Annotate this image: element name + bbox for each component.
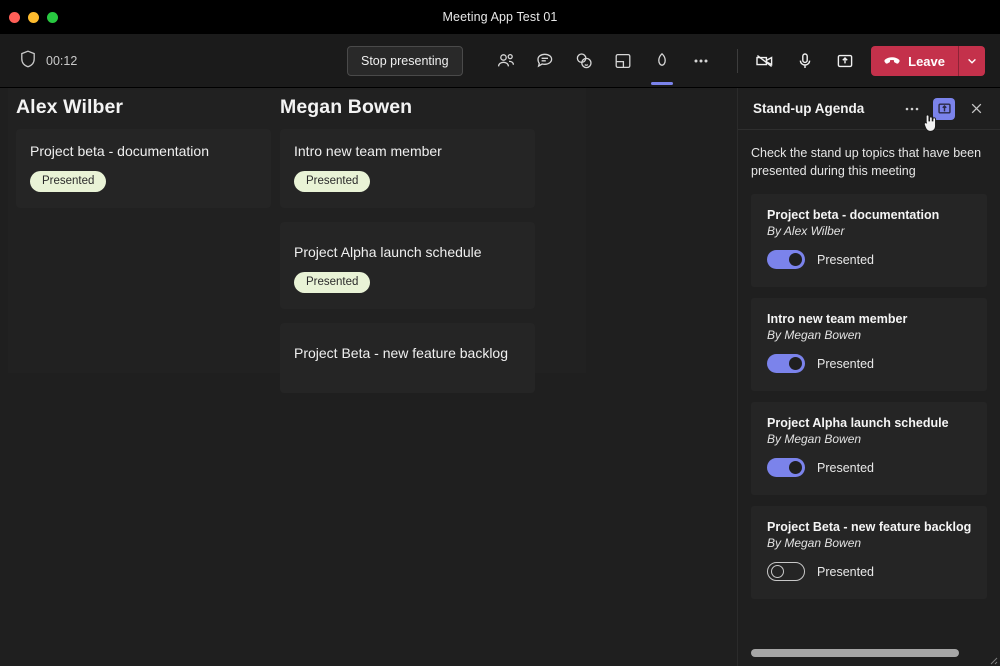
microphone-icon[interactable] bbox=[791, 46, 819, 76]
people-icon[interactable] bbox=[492, 46, 520, 76]
agenda-item[interactable]: Project beta - documentation By Alex Wil… bbox=[751, 194, 987, 287]
toolbar-icon-group bbox=[492, 34, 715, 88]
more-options-icon[interactable] bbox=[687, 46, 715, 76]
toggle-knob bbox=[789, 461, 802, 474]
toggle-knob bbox=[789, 357, 802, 370]
leave-button-label: Leave bbox=[908, 54, 945, 69]
traffic-lights bbox=[9, 0, 58, 34]
agenda-item-title: Project Beta - new feature backlog bbox=[767, 520, 971, 534]
agenda-item-toggle-row: Presented bbox=[767, 458, 971, 477]
topic-card[interactable]: Project beta - documentation Presented bbox=[16, 129, 271, 208]
agenda-item[interactable]: Project Alpha launch schedule By Megan B… bbox=[751, 402, 987, 495]
topic-card[interactable]: Project Beta - new feature backlog bbox=[280, 323, 535, 393]
toggle-knob bbox=[789, 253, 802, 266]
status-badge: Presented bbox=[30, 171, 106, 192]
presented-toggle[interactable] bbox=[767, 250, 805, 269]
presented-toggle-label: Presented bbox=[817, 357, 874, 371]
topic-title: Project Alpha launch schedule bbox=[294, 244, 521, 262]
meeting-app-window: Meeting App Test 01 00:12 Stop presentin… bbox=[0, 0, 1000, 666]
close-icon[interactable] bbox=[965, 98, 987, 120]
agenda-item[interactable]: Intro new team member By Megan Bowen Pre… bbox=[751, 298, 987, 391]
topic-card[interactable]: Project Alpha launch schedule Presented bbox=[280, 222, 535, 309]
horizontal-scrollbar[interactable] bbox=[751, 649, 959, 657]
agenda-item-author: By Megan Bowen bbox=[767, 328, 971, 342]
agenda-item-title: Project Alpha launch schedule bbox=[767, 416, 971, 430]
toolbar-divider bbox=[737, 49, 738, 73]
agenda-item-author: By Alex Wilber bbox=[767, 224, 971, 238]
panel-actions bbox=[901, 98, 987, 120]
hangup-icon bbox=[883, 54, 901, 68]
agenda-item[interactable]: Project Beta - new feature backlog By Me… bbox=[751, 506, 987, 599]
camera-off-icon[interactable] bbox=[751, 46, 779, 76]
panel-header: Stand-up Agenda bbox=[738, 88, 1000, 130]
meeting-body: Alex Wilber Project beta - documentation… bbox=[0, 88, 1000, 666]
leave-options-chevron-down-icon[interactable] bbox=[959, 46, 985, 76]
agenda-column-megan-bowen: Megan Bowen Intro new team member Presen… bbox=[280, 96, 535, 407]
chat-icon[interactable] bbox=[531, 46, 559, 76]
leave-button[interactable]: Leave bbox=[871, 46, 985, 76]
toolbar-right-group: Leave bbox=[751, 34, 985, 88]
panel-body: Check the stand up topics that have been… bbox=[738, 130, 1000, 666]
agenda-item-title: Project beta - documentation bbox=[767, 208, 971, 222]
stop-presenting-button[interactable]: Stop presenting bbox=[347, 46, 463, 76]
toolbar-left-group: 00:12 bbox=[20, 34, 77, 88]
agenda-item-author: By Megan Bowen bbox=[767, 432, 971, 446]
reactions-icon[interactable] bbox=[570, 46, 598, 76]
agenda-item-author: By Megan Bowen bbox=[767, 536, 971, 550]
topic-card[interactable]: Intro new team member Presented bbox=[280, 129, 535, 208]
shield-icon bbox=[20, 50, 36, 73]
presented-toggle-label: Presented bbox=[817, 565, 874, 579]
column-owner-name: Alex Wilber bbox=[16, 96, 271, 119]
presented-toggle[interactable] bbox=[767, 458, 805, 477]
window-title-bar: Meeting App Test 01 bbox=[0, 0, 1000, 34]
topic-title: Intro new team member bbox=[294, 143, 521, 161]
meeting-toolbar: 00:12 Stop presenting bbox=[0, 34, 1000, 88]
maximize-window-button[interactable] bbox=[47, 12, 58, 23]
agenda-column-alex-wilber: Alex Wilber Project beta - documentation… bbox=[16, 96, 271, 222]
close-window-button[interactable] bbox=[9, 12, 20, 23]
window-resize-grip[interactable] bbox=[986, 652, 998, 664]
window-title: Meeting App Test 01 bbox=[0, 10, 1000, 24]
agenda-item-toggle-row: Presented bbox=[767, 562, 971, 581]
share-screen-icon[interactable] bbox=[831, 46, 859, 76]
breakout-rooms-icon[interactable] bbox=[609, 46, 637, 76]
presented-toggle[interactable] bbox=[767, 354, 805, 373]
agenda-item-toggle-row: Presented bbox=[767, 250, 971, 269]
presented-toggle-label: Presented bbox=[817, 461, 874, 475]
leave-button-main[interactable]: Leave bbox=[871, 46, 958, 76]
status-badge: Presented bbox=[294, 272, 370, 293]
topic-title: Project Beta - new feature backlog bbox=[294, 345, 521, 363]
toggle-knob bbox=[771, 565, 784, 578]
status-badge: Presented bbox=[294, 171, 370, 192]
more-options-icon[interactable] bbox=[901, 98, 923, 120]
meeting-timer: 00:12 bbox=[46, 54, 77, 68]
side-panel-stand-up-agenda: Stand-up Agenda bbox=[737, 88, 1000, 666]
pop-out-icon[interactable] bbox=[933, 98, 955, 120]
apps-icon[interactable] bbox=[648, 46, 676, 76]
panel-description: Check the stand up topics that have been… bbox=[751, 144, 987, 180]
panel-title: Stand-up Agenda bbox=[753, 101, 901, 116]
topic-title: Project beta - documentation bbox=[30, 143, 257, 161]
agenda-item-toggle-row: Presented bbox=[767, 354, 971, 373]
agenda-item-title: Intro new team member bbox=[767, 312, 971, 326]
toolbar-center-group: Stop presenting bbox=[347, 34, 463, 88]
column-owner-name: Megan Bowen bbox=[280, 96, 535, 119]
meeting-stage: Alex Wilber Project beta - documentation… bbox=[0, 88, 737, 666]
presented-toggle-label: Presented bbox=[817, 253, 874, 267]
presented-toggle[interactable] bbox=[767, 562, 805, 581]
minimize-window-button[interactable] bbox=[28, 12, 39, 23]
